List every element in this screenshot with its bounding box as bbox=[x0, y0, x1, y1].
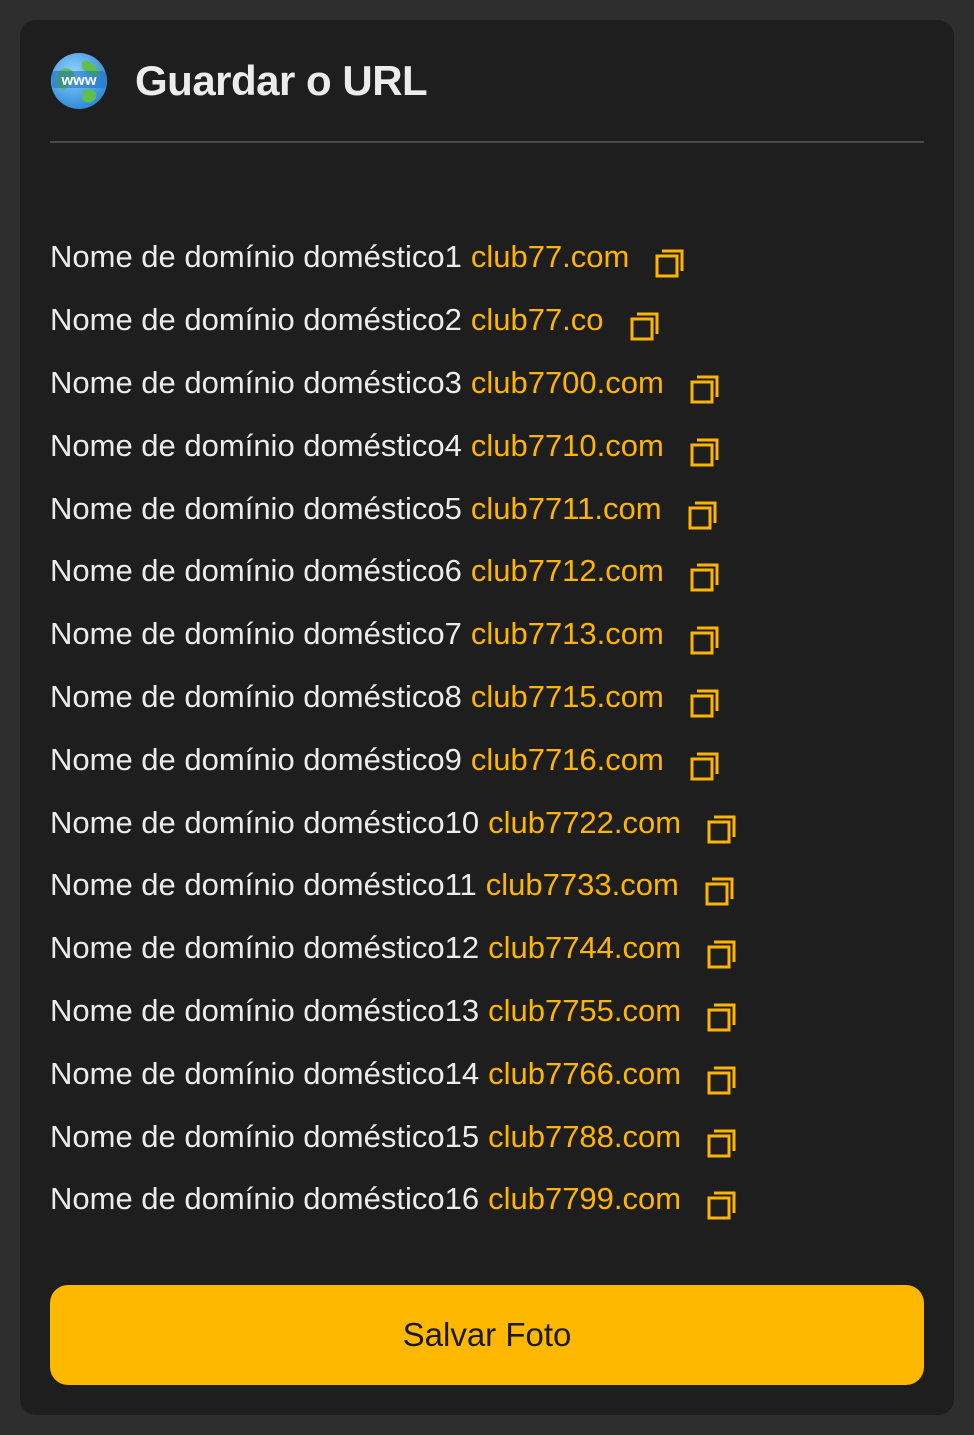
domain-url-link[interactable]: club7716.com bbox=[471, 742, 664, 778]
domain-row: Nome de domínio doméstico15 club7788.com bbox=[50, 1105, 924, 1168]
domain-label: Nome de domínio doméstico6 bbox=[50, 553, 462, 589]
globe-www-text: www bbox=[60, 72, 96, 89]
domain-row: Nome de domínio doméstico3 club7700.com bbox=[50, 352, 924, 415]
domain-label: Nome de domínio doméstico10 bbox=[50, 804, 480, 840]
copy-icon[interactable] bbox=[688, 371, 722, 405]
domain-url-link[interactable]: club7755.com bbox=[488, 993, 681, 1029]
domain-row: Nome de domínio doméstico9 club7716.com bbox=[50, 728, 924, 791]
domain-row: Nome de domínio doméstico10 club7722.com bbox=[50, 791, 924, 854]
copy-icon[interactable] bbox=[705, 1125, 739, 1159]
copy-icon[interactable] bbox=[705, 1187, 739, 1221]
domain-url-link[interactable]: club77.com bbox=[471, 239, 630, 275]
domain-url-link[interactable]: club7712.com bbox=[471, 553, 664, 589]
copy-icon[interactable] bbox=[688, 434, 722, 468]
copy-icon[interactable] bbox=[705, 999, 739, 1033]
domain-row: Nome de domínio doméstico6 club7712.com bbox=[50, 540, 924, 603]
globe-www-icon: www bbox=[51, 53, 107, 109]
domain-url-link[interactable]: club7799.com bbox=[488, 1181, 681, 1217]
domain-label: Nome de domínio doméstico9 bbox=[50, 741, 462, 777]
copy-icon[interactable] bbox=[705, 1062, 739, 1096]
domain-label: Nome de domínio doméstico7 bbox=[50, 616, 462, 652]
copy-icon[interactable] bbox=[688, 685, 722, 719]
domain-url-link[interactable]: club7700.com bbox=[471, 365, 664, 401]
domain-row: Nome de domínio doméstico12 club7744.com bbox=[50, 917, 924, 980]
domain-row: Nome de domínio doméstico4 club7710.com bbox=[50, 414, 924, 477]
domain-label: Nome de domínio doméstico13 bbox=[50, 992, 480, 1028]
domain-label: Nome de domínio doméstico8 bbox=[50, 678, 462, 714]
copy-icon[interactable] bbox=[705, 811, 739, 845]
domain-url-link[interactable]: club7713.com bbox=[471, 616, 664, 652]
domain-url-link[interactable]: club7788.com bbox=[488, 1119, 681, 1155]
domain-label: Nome de domínio doméstico11 bbox=[50, 867, 477, 903]
domain-row: Nome de domínio doméstico7 club7713.com bbox=[50, 603, 924, 666]
copy-icon[interactable] bbox=[653, 245, 687, 279]
domain-row: Nome de domínio doméstico14 club7766.com bbox=[50, 1042, 924, 1105]
domain-url-link[interactable]: club7710.com bbox=[471, 428, 664, 464]
domain-label: Nome de domínio doméstico4 bbox=[50, 427, 462, 463]
copy-icon[interactable] bbox=[628, 308, 662, 342]
copy-icon[interactable] bbox=[703, 873, 737, 907]
page-title: Guardar o URL bbox=[135, 57, 428, 104]
domain-row: Nome de domínio doméstico5 club7711.com bbox=[50, 477, 924, 540]
domain-row: Nome de domínio doméstico2 club77.co bbox=[50, 289, 924, 352]
domain-list: Nome de domínio doméstico1 club77.com Nome… bbox=[50, 226, 924, 1231]
domain-label: Nome de domínio doméstico15 bbox=[50, 1118, 480, 1154]
copy-icon[interactable] bbox=[686, 497, 720, 531]
url-card: www Guardar o URL Nome de domínio domést… bbox=[20, 20, 954, 1415]
domain-label: Nome de domínio doméstico14 bbox=[50, 1055, 480, 1091]
copy-icon[interactable] bbox=[688, 559, 722, 593]
card-header: www Guardar o URL bbox=[50, 46, 924, 116]
save-photo-button[interactable]: Salvar Foto bbox=[50, 1285, 924, 1385]
domain-label: Nome de domínio doméstico1 bbox=[50, 239, 462, 275]
domain-url-link[interactable]: club7733.com bbox=[486, 867, 679, 903]
domain-label: Nome de domínio doméstico16 bbox=[50, 1181, 480, 1217]
domain-url-link[interactable]: club77.co bbox=[471, 302, 604, 338]
domain-row: Nome de domínio doméstico1 club77.com bbox=[50, 226, 924, 289]
header-divider bbox=[50, 141, 924, 143]
copy-icon[interactable] bbox=[688, 748, 722, 782]
copy-icon[interactable] bbox=[688, 622, 722, 656]
copy-icon[interactable] bbox=[705, 936, 739, 970]
domain-row: Nome de domínio doméstico13 club7755.com bbox=[50, 980, 924, 1043]
domain-row: Nome de domínio doméstico11 club7733.com bbox=[50, 854, 924, 917]
domain-url-link[interactable]: club7711.com bbox=[471, 491, 662, 527]
domain-row: Nome de domínio doméstico16 club7799.com bbox=[50, 1168, 924, 1231]
domain-url-link[interactable]: club7744.com bbox=[488, 930, 681, 966]
domain-row: Nome de domínio doméstico8 club7715.com bbox=[50, 666, 924, 729]
domain-url-link[interactable]: club7766.com bbox=[488, 1056, 681, 1092]
domain-label: Nome de domínio doméstico2 bbox=[50, 302, 462, 338]
domain-label: Nome de domínio doméstico3 bbox=[50, 364, 462, 400]
domain-url-link[interactable]: club7715.com bbox=[471, 679, 664, 715]
domain-label: Nome de domínio doméstico12 bbox=[50, 930, 480, 966]
domain-label: Nome de domínio doméstico5 bbox=[50, 490, 462, 526]
domain-url-link[interactable]: club7722.com bbox=[488, 805, 681, 841]
